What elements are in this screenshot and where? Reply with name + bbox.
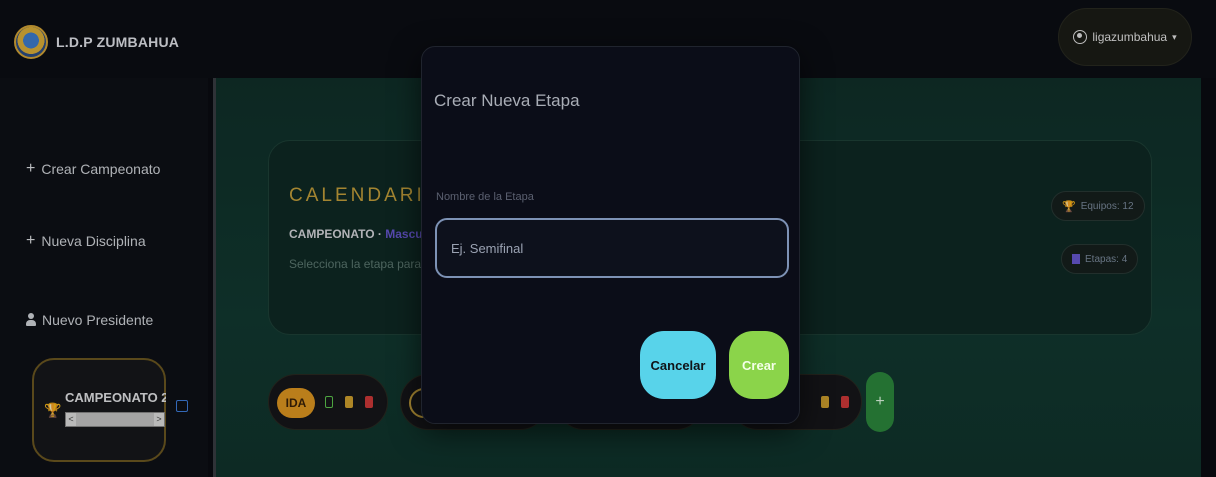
modal-title: Crear Nueva Etapa bbox=[434, 91, 580, 110]
stage-name-input[interactable] bbox=[435, 218, 789, 278]
stage-name-label: Nombre de la Etapa bbox=[436, 191, 534, 203]
create-stage-modal: Crear Nueva Etapa Nombre de la Etapa Can… bbox=[421, 46, 800, 424]
create-button[interactable]: Crear bbox=[729, 331, 789, 399]
cancel-button[interactable]: Cancelar bbox=[640, 331, 716, 399]
